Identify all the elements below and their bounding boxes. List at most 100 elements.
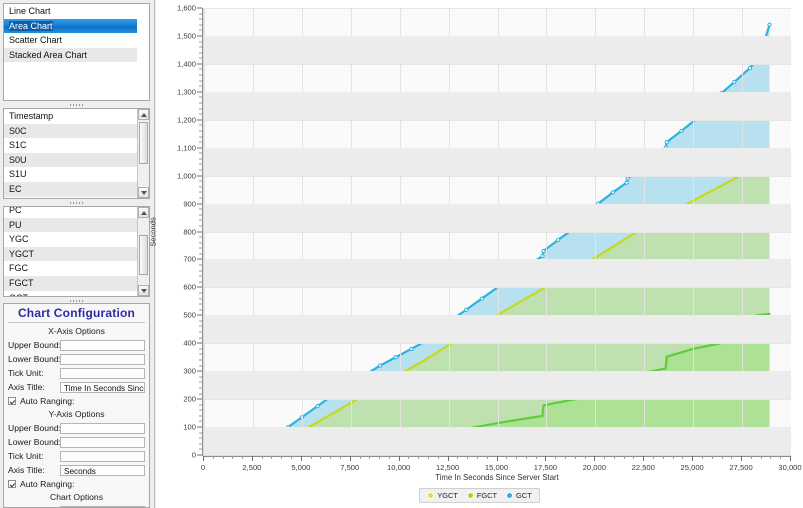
y-tick-label: 0 xyxy=(191,450,196,460)
scrollbar-thumb[interactable] xyxy=(139,235,148,275)
x-tick-mark xyxy=(349,456,351,461)
legend-item-ygct[interactable]: YGCT xyxy=(427,491,458,500)
y-minor-tick xyxy=(199,359,202,361)
y-upper-bound-input[interactable] xyxy=(60,422,145,434)
x-axis-title-input[interactable]: Time In Seconds Since Ser xyxy=(60,381,145,393)
x-tick-label: 30,000 xyxy=(778,463,802,472)
plot-band xyxy=(204,35,791,64)
series-item-pu[interactable]: PU xyxy=(4,217,137,233)
legend-marker-icon xyxy=(466,492,474,499)
y-tick-mark xyxy=(197,426,202,428)
horizontal-gridline xyxy=(204,343,791,345)
series-point-gct[interactable] xyxy=(747,65,753,71)
horizontal-gridline xyxy=(204,399,791,401)
x-tick-mark xyxy=(741,456,743,461)
x-minor-tick xyxy=(437,456,439,459)
y-minor-tick xyxy=(199,443,202,445)
series-point-gct[interactable] xyxy=(767,22,772,27)
column-item-eu[interactable]: EU xyxy=(4,196,137,198)
y-tick-label: 900 xyxy=(183,199,196,209)
x-tick-mark xyxy=(643,456,645,461)
column-item-ec[interactable]: EC xyxy=(4,181,137,197)
y-tick-unit-input[interactable] xyxy=(60,450,145,462)
x-tick-unit-input[interactable] xyxy=(60,367,145,379)
x-minor-tick xyxy=(750,456,752,459)
series-list-scrollbar[interactable] xyxy=(137,207,149,296)
y-axis-title-input[interactable]: Seconds xyxy=(60,464,145,476)
y-auto-ranging-checkbox[interactable] xyxy=(8,479,16,488)
y-axis-title-label: Axis Title: xyxy=(8,465,45,475)
x-minor-tick xyxy=(428,456,430,459)
y-minor-tick xyxy=(199,152,202,154)
scrollbar-thumb[interactable] xyxy=(139,122,148,164)
series-item-gct[interactable]: GCT xyxy=(4,290,137,296)
series-point-gct[interactable] xyxy=(664,140,669,145)
column-item-s1u[interactable]: S1U xyxy=(4,167,137,182)
x-minor-tick xyxy=(339,456,341,459)
y-auto-ranging-row[interactable]: Auto Ranging: xyxy=(4,477,149,490)
series-point-gct[interactable] xyxy=(540,253,545,259)
chart-type-list[interactable]: Line Chart Area Chart Scatter Chart Stacked… xyxy=(3,3,150,101)
x-tick-label: 10,000 xyxy=(387,463,411,472)
series-point-gct[interactable] xyxy=(464,307,469,312)
y-minor-tick xyxy=(199,353,202,355)
series-item-ygc[interactable]: YGC xyxy=(4,232,137,247)
series-point-gct[interactable] xyxy=(409,346,414,351)
chart-type-item-stacked-area-chart[interactable]: Stacked Area Chart xyxy=(4,47,137,63)
x-tick-label: 0 xyxy=(200,463,206,472)
chart-legend: YGCT FGCT GCT xyxy=(156,488,803,503)
series-point-gct[interactable] xyxy=(315,404,320,409)
chart-type-item-scatter-chart[interactable]: Scatter Chart xyxy=(4,33,137,48)
series-point-gct[interactable] xyxy=(479,296,484,301)
x-minor-tick xyxy=(457,456,459,459)
series-list[interactable]: PC PU YGC YGCT FGC FGCT GCT xyxy=(3,206,150,297)
columns-list[interactable]: Timestamp S0C S1C S0U S1U EC EU xyxy=(3,108,150,199)
series-item-ygct[interactable]: YGCT xyxy=(4,246,137,262)
y-lower-bound-input[interactable] xyxy=(60,436,145,448)
column-item-s0u[interactable]: S0U xyxy=(4,152,137,168)
y-minor-tick xyxy=(199,80,202,82)
x-upper-bound-input[interactable] xyxy=(60,339,145,351)
legend-label: YGCT xyxy=(437,491,458,500)
column-item-s0c[interactable]: S0C xyxy=(4,123,137,139)
scroll-down-icon[interactable] xyxy=(138,187,149,198)
list-item-label: FGC xyxy=(9,263,28,274)
y-minor-tick xyxy=(199,180,202,182)
x-tick-label: 2,500 xyxy=(242,463,262,472)
series-point-gct[interactable] xyxy=(378,363,383,368)
y-minor-tick xyxy=(199,102,202,104)
legend-item-fgct[interactable]: FGCT xyxy=(466,491,497,500)
horizontal-gridline xyxy=(204,231,791,233)
series-item-fgc[interactable]: FGC xyxy=(4,261,137,276)
scroll-down-icon[interactable] xyxy=(138,285,149,296)
series-item-pc[interactable]: PC xyxy=(4,207,137,218)
x-minor-tick xyxy=(682,456,684,459)
y-axis-title-row: Axis Title: Seconds xyxy=(4,463,149,477)
series-item-fgct[interactable]: FGCT xyxy=(4,275,137,291)
x-auto-ranging-checkbox[interactable] xyxy=(8,396,16,405)
x-minor-tick xyxy=(506,456,508,459)
series-point-gct[interactable] xyxy=(625,176,630,181)
scroll-up-icon[interactable] xyxy=(138,109,149,120)
x-minor-tick xyxy=(672,456,674,459)
x-lower-bound-input[interactable] xyxy=(60,353,145,365)
column-item-timestamp[interactable]: Timestamp xyxy=(4,109,137,124)
x-auto-ranging-row[interactable]: Auto Ranging: xyxy=(4,394,149,407)
legend-item-gct[interactable]: GCT xyxy=(506,491,532,500)
x-tick-label: 15,000 xyxy=(484,463,509,472)
y-axis-title: Seconds xyxy=(148,217,158,247)
series-point-gct[interactable] xyxy=(679,128,684,134)
x-tick-unit-row: Tick Unit: xyxy=(4,366,149,380)
chart-type-item-area-chart[interactable]: Area Chart xyxy=(4,18,137,34)
column-item-s1c[interactable]: S1C xyxy=(4,138,137,153)
series-point-gct[interactable] xyxy=(393,355,398,360)
series-point-gct[interactable] xyxy=(624,180,629,185)
x-minor-tick xyxy=(291,456,293,459)
series-point-gct[interactable] xyxy=(732,79,737,85)
series-point-gct[interactable] xyxy=(556,237,561,242)
y-minor-tick xyxy=(199,309,202,311)
series-point-gct[interactable] xyxy=(610,190,616,195)
series-point-gct[interactable] xyxy=(541,248,546,254)
columns-list-scrollbar[interactable] xyxy=(137,109,149,198)
chart-type-item-line-chart[interactable]: Line Chart xyxy=(4,4,137,19)
